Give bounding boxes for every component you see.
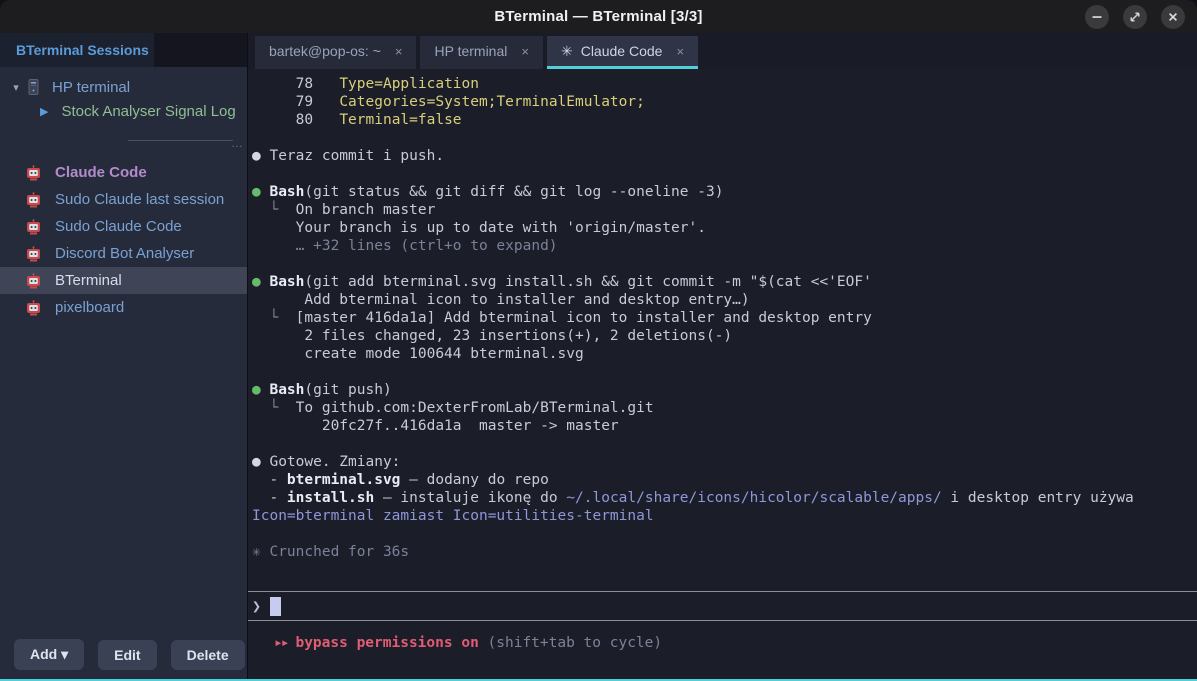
session-label: Sudo Claude Code bbox=[55, 218, 182, 235]
terminal-line: └ On branch master bbox=[252, 201, 1197, 219]
robot-icon bbox=[26, 192, 41, 208]
tab-label: bartek@pop-os: ~ bbox=[269, 43, 381, 59]
terminal-line bbox=[252, 129, 1197, 147]
terminal-line: ● Teraz commit i push. bbox=[252, 147, 1197, 165]
tab-label: Claude Code bbox=[581, 43, 663, 59]
terminal-line: ● Gotowe. Zmiany: bbox=[252, 453, 1197, 471]
sidebar-buttons: Add ▾ Edit Delete bbox=[0, 631, 247, 679]
add-button[interactable]: Add ▾ bbox=[14, 639, 84, 670]
edit-button[interactable]: Edit bbox=[98, 640, 156, 670]
tab-bartek-pop-os-[interactable]: bartek@pop-os: ~ × bbox=[255, 36, 416, 69]
close-button[interactable] bbox=[1161, 5, 1185, 29]
terminal-panel: bartek@pop-os: ~ × HP terminal × ✳ Claude Cod… bbox=[248, 33, 1197, 679]
terminal-line bbox=[252, 363, 1197, 381]
status-line: ▸▸ bypass permissions on (shift+tab to cy… bbox=[248, 621, 1197, 679]
terminal-line: Add bterminal icon to installer and desk… bbox=[252, 291, 1197, 309]
computer-icon bbox=[28, 79, 39, 95]
terminal-line: 2 files changed, 23 insertions(+), 2 del… bbox=[252, 327, 1197, 345]
robot-icon bbox=[26, 273, 41, 289]
tree-item-label: HP terminal bbox=[52, 79, 130, 96]
terminal-line: ✳ Crunched for 36s bbox=[252, 543, 1197, 561]
terminal-line: … +32 lines (ctrl+o to expand) bbox=[252, 237, 1197, 255]
prompt-input[interactable]: ❯ bbox=[248, 591, 1197, 621]
window-controls bbox=[1085, 5, 1185, 29]
terminal-output[interactable]: 78 Type=Application 79 Categories=System… bbox=[248, 69, 1197, 591]
close-icon bbox=[1167, 11, 1179, 23]
terminal-line: Icon=bterminal zamiast Icon=utilities-te… bbox=[252, 507, 1197, 525]
session-item-bterminal[interactable]: BTerminal bbox=[0, 267, 247, 294]
terminal-line: Your branch is up to date with 'origin/m… bbox=[252, 219, 1197, 237]
session-label: Discord Bot Analyser bbox=[55, 245, 194, 262]
close-tab-icon[interactable]: × bbox=[395, 44, 403, 59]
title-bar[interactable]: BTerminal — BTerminal [3/3] bbox=[0, 0, 1197, 33]
terminal-line bbox=[252, 525, 1197, 543]
maximize-button[interactable] bbox=[1123, 5, 1147, 29]
session-item-claude-code[interactable]: Claude Code bbox=[0, 159, 247, 186]
terminal-line: └ To github.com:DexterFromLab/BTerminal.… bbox=[252, 399, 1197, 417]
session-item-sudo-claude-last-session[interactable]: Sudo Claude last session bbox=[0, 186, 247, 213]
sidebar-header: BTerminal Sessions bbox=[0, 33, 154, 67]
permissions-mode-text: bypass permissions on bbox=[295, 635, 478, 651]
terminal-line bbox=[252, 435, 1197, 453]
robot-icon bbox=[26, 300, 41, 316]
tab-claude-code[interactable]: ✳ Claude Code × bbox=[547, 36, 698, 69]
main-area: BTerminal Sessions ▾ HP terminal ▶ Stock… bbox=[0, 33, 1197, 679]
fast-forward-icon: ▸▸ bbox=[274, 635, 287, 651]
tab-bar: bartek@pop-os: ~ × HP terminal × ✳ Claude Cod… bbox=[248, 33, 1197, 69]
terminal-line: ● Bash(git status && git diff && git log… bbox=[252, 183, 1197, 201]
tree-item-hp-terminal[interactable]: ▾ HP terminal bbox=[0, 75, 247, 99]
session-label: Claude Code bbox=[55, 164, 147, 181]
chevron-down-icon[interactable]: ▾ bbox=[8, 81, 24, 94]
session-label: Sudo Claude last session bbox=[55, 191, 224, 208]
terminal-line: 78 Type=Application bbox=[252, 75, 1197, 93]
sidebar-header-label: BTerminal Sessions bbox=[16, 42, 149, 58]
session-list: Claude Code Sudo Claude last session Sudo … bbox=[0, 159, 247, 321]
robot-icon bbox=[26, 165, 41, 181]
minimize-icon bbox=[1091, 11, 1103, 23]
sidebar-header-strip: BTerminal Sessions bbox=[0, 33, 247, 67]
prompt-chevron-icon: ❯ bbox=[252, 597, 261, 615]
tab-hp-terminal[interactable]: HP terminal × bbox=[420, 36, 542, 69]
tree-item-label: Stock Analyser Signal Log bbox=[61, 103, 235, 120]
session-item-sudo-claude-code[interactable]: Sudo Claude Code bbox=[0, 213, 247, 240]
maximize-icon bbox=[1129, 11, 1141, 23]
tree-divider: … bbox=[0, 123, 247, 159]
close-tab-icon[interactable]: × bbox=[676, 44, 684, 59]
session-item-discord-bot-analyser[interactable]: Discord Bot Analyser bbox=[0, 240, 247, 267]
terminal-line: └ [master 416da1a] Add bterminal icon to… bbox=[252, 309, 1197, 327]
text-cursor bbox=[270, 597, 281, 616]
session-label: BTerminal bbox=[55, 272, 122, 289]
terminal-line bbox=[252, 255, 1197, 273]
sessions-sidebar: BTerminal Sessions ▾ HP terminal ▶ Stock… bbox=[0, 33, 248, 679]
spinner-icon: ✳ bbox=[561, 43, 573, 60]
terminal-line: ● Bash(git add bterminal.svg install.sh … bbox=[252, 273, 1197, 291]
play-icon: ▶ bbox=[40, 105, 48, 118]
robot-icon bbox=[26, 219, 41, 235]
terminal-line: ● Bash(git push) bbox=[252, 381, 1197, 399]
delete-button[interactable]: Delete bbox=[171, 640, 245, 670]
terminal-line: 80 Terminal=false bbox=[252, 111, 1197, 129]
terminal-line bbox=[252, 165, 1197, 183]
close-tab-icon[interactable]: × bbox=[521, 44, 529, 59]
divider-ellipsis: … bbox=[231, 136, 243, 150]
terminal-line: 20fc27f..416da1a master -> master bbox=[252, 417, 1197, 435]
status-hint: (shift+tab to cycle) bbox=[479, 635, 662, 651]
minimize-button[interactable] bbox=[1085, 5, 1109, 29]
terminal-line: - bterminal.svg — dodany do repo bbox=[252, 471, 1197, 489]
divider-line bbox=[128, 140, 233, 141]
robot-icon bbox=[26, 246, 41, 262]
window-title: BTerminal — BTerminal [3/3] bbox=[0, 8, 1197, 25]
app-window: BTerminal — BTerminal [3/3] BTerminal Se… bbox=[0, 0, 1197, 681]
terminal-line: 79 Categories=System;TerminalEmulator; bbox=[252, 93, 1197, 111]
tree-item-stock-analyser[interactable]: ▶ Stock Analyser Signal Log bbox=[0, 99, 247, 123]
tab-label: HP terminal bbox=[434, 43, 507, 59]
session-label: pixelboard bbox=[55, 299, 124, 316]
terminal-line: create mode 100644 bterminal.svg bbox=[252, 345, 1197, 363]
terminal-line: - install.sh — instaluje ikonę do ~/.loc… bbox=[252, 489, 1197, 507]
session-tree: ▾ HP terminal ▶ Stock Analyser Signal Lo… bbox=[0, 67, 247, 631]
session-item-pixelboard[interactable]: pixelboard bbox=[0, 294, 247, 321]
